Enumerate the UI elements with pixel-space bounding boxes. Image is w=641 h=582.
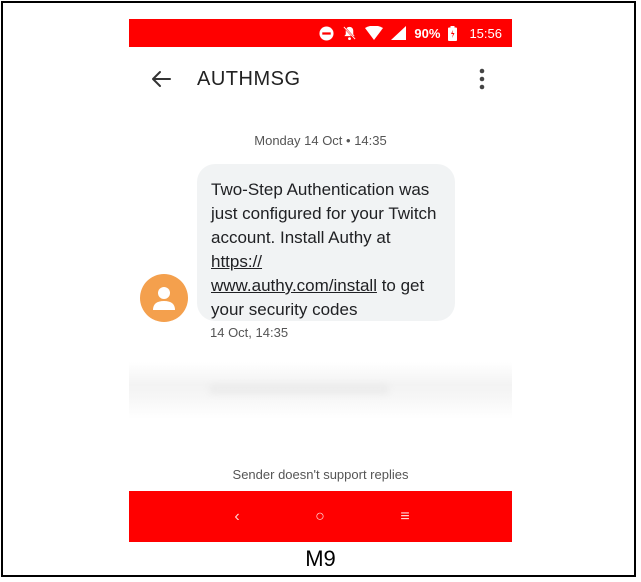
message-timestamp: 14 Oct, 14:35 <box>210 325 289 340</box>
back-button[interactable] <box>149 67 173 91</box>
more-options-button[interactable] <box>470 65 494 93</box>
more-vert-icon <box>479 68 485 90</box>
person-icon <box>152 285 176 311</box>
phone-screen: 90% 15:56 AUTHMSG Monday 14 Oct • 14:35 … <box>129 19 512 542</box>
battery-icon <box>448 25 458 41</box>
status-bar: 90% 15:56 <box>129 19 512 47</box>
message-link-part-1[interactable]: https:// <box>211 252 262 271</box>
nav-recents-button[interactable]: ≡ <box>385 491 425 542</box>
back-arrow-icon <box>151 70 171 88</box>
nav-back-icon: ‹ <box>234 507 240 525</box>
nav-back-button[interactable]: ‹ <box>217 491 257 542</box>
redacted-content <box>209 384 389 394</box>
nav-recents-icon: ≡ <box>400 507 410 525</box>
figure-caption: M9 <box>305 546 336 571</box>
message-bubble[interactable]: Two-Step Authentication was just configu… <box>197 164 455 321</box>
wifi-icon <box>365 26 384 40</box>
message-link-part-2[interactable]: www.authy.com/install <box>211 276 377 295</box>
nav-home-button[interactable]: ○ <box>300 491 340 542</box>
sender-avatar[interactable] <box>140 274 188 322</box>
battery-percent: 90% <box>414 25 441 41</box>
message-text: Two-Step Authentication was just configu… <box>211 180 437 247</box>
do-not-disturb-icon <box>319 25 334 41</box>
conversation-title: AUTHMSG <box>197 68 301 90</box>
date-separator: Monday 14 Oct • 14:35 <box>254 133 387 148</box>
navigation-bar: ‹ ○ ≡ <box>129 491 512 542</box>
redacted-area <box>129 362 512 419</box>
notifications-off-icon <box>342 25 357 41</box>
app-bar: AUTHMSG <box>129 47 512 111</box>
signal-icon <box>391 26 407 40</box>
nav-home-icon: ○ <box>315 507 325 525</box>
no-reply-notice: Sender doesn't support replies <box>232 467 409 482</box>
clock: 15:56 <box>469 25 502 41</box>
